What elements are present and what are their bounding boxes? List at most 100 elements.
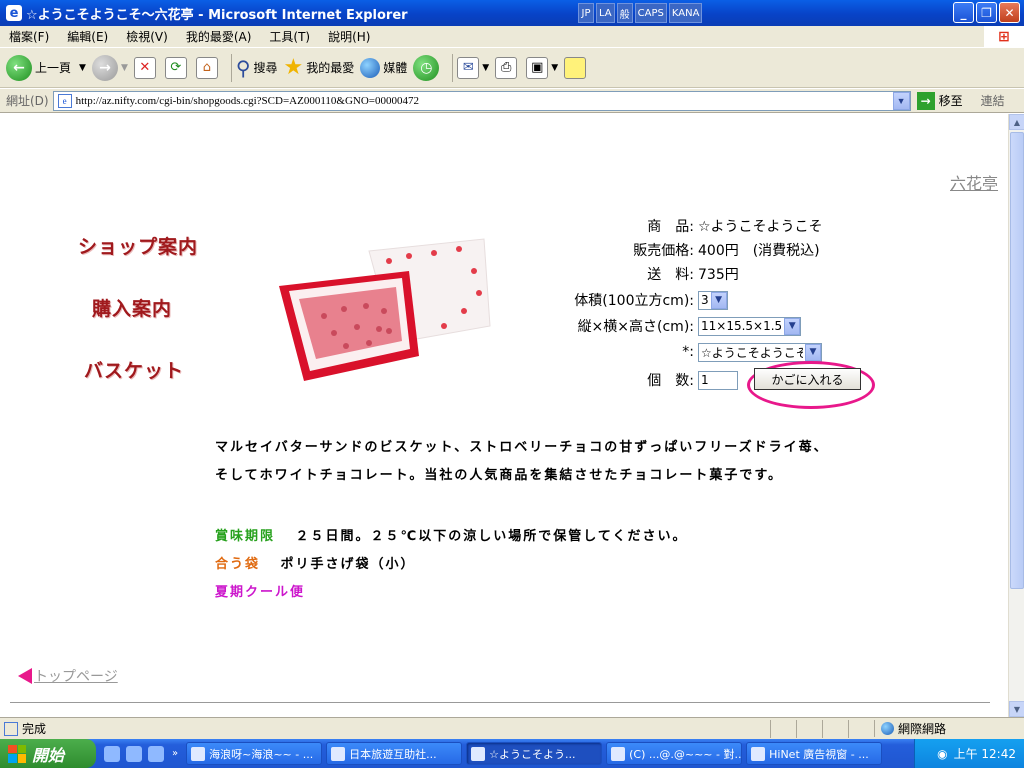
taskbar: 開始 » 海浪呀~海浪~~ - ... 日本旅遊互助社... ☆ようこそよう..…	[0, 739, 1024, 768]
taskbar-task[interactable]: HiNet 廣告視窗 - ...	[746, 742, 883, 765]
history-button[interactable]: ◷	[413, 54, 442, 81]
expiry-key: 賞味期限	[215, 529, 276, 544]
nav-basket[interactable]: バスケット	[84, 356, 184, 383]
taskbar-task[interactable]: 日本旅遊互助社...	[326, 742, 463, 765]
ime-mode[interactable]: 般	[616, 3, 633, 23]
nav-purchase-info[interactable]: 購入案内	[92, 294, 172, 321]
go-button[interactable]: → 移至	[916, 91, 963, 110]
mail-icon: ✉	[457, 56, 480, 79]
shop-name-link[interactable]: 六花亭	[950, 170, 998, 194]
forward-dropdown-icon[interactable]: ▼	[121, 63, 128, 73]
back-dropdown-icon[interactable]: ▼	[79, 63, 86, 73]
menu-help[interactable]: 說明(H)	[319, 28, 379, 45]
vertical-scrollbar[interactable]: ▲ ▼	[1008, 114, 1024, 717]
taskbar-task-active[interactable]: ☆ようこそよう...	[466, 742, 603, 765]
back-button[interactable]: ← 上一頁 ▼	[6, 54, 86, 81]
address-url[interactable]: http://az.nifty.com/cgi-bin/shopgoods.cg…	[76, 95, 893, 107]
outlook-quicklaunch-icon[interactable]	[148, 745, 164, 762]
task-window-icon	[331, 746, 346, 761]
price-value: 400円 (消費税込)	[698, 243, 820, 259]
nav-shop-info[interactable]: ショップ案内	[78, 232, 198, 259]
media-icon	[360, 57, 381, 78]
search-button[interactable]: ⚲ 搜尋	[236, 56, 278, 80]
media-button[interactable]: 媒體	[360, 57, 408, 78]
scroll-thumb[interactable]	[1010, 132, 1024, 589]
toolbar-separator	[452, 53, 454, 82]
menu-favorites[interactable]: 我的最愛(A)	[177, 28, 261, 45]
stop-button[interactable]: ✕	[133, 56, 159, 79]
taskbar-task[interactable]: 海浪呀~海浪~~ - ...	[186, 742, 323, 765]
print-button[interactable]: ⎙	[495, 56, 520, 79]
task-window-icon	[611, 746, 626, 761]
bag-value: ポリ手さげ袋（小）	[280, 557, 416, 572]
links-button[interactable]: 連結	[981, 92, 1005, 109]
edit-dropdown-icon[interactable]: ▼	[551, 63, 558, 73]
product-row: 商 品: ☆ようこそようこそ	[558, 214, 823, 238]
taskbar-task[interactable]: (C) ...@.@~~~ - 對...	[606, 742, 743, 765]
product-value: ☆ようこそようこそ	[698, 219, 823, 235]
menu-file[interactable]: 檔案(F)	[0, 28, 58, 45]
messenger-button[interactable]	[564, 56, 589, 79]
scroll-down-icon[interactable]: ▼	[1009, 701, 1024, 717]
system-tray: ◉ 上午 12:42	[914, 739, 1024, 768]
dims-row: 縦×横×高さ(cm): 11×15.5×1.5 ▼	[558, 314, 802, 338]
option-select[interactable]: ☆ようこそようこそ ▼	[698, 342, 822, 362]
page-viewport: 六花亭 ショップ案内 購入案内 バスケット 商 品: ☆ようこそようこそ 販売価…	[0, 114, 1008, 717]
scroll-up-icon[interactable]: ▲	[1009, 114, 1024, 130]
edit-icon: ▣	[526, 56, 549, 79]
ie-icon: e	[6, 5, 22, 21]
shipping-label: 送 料:	[647, 267, 694, 283]
media-label: 媒體	[383, 61, 408, 75]
standard-toolbar: ← 上一頁 ▼ → ▼ ✕ ⟳ ⌂ ⚲ 搜尋 ★ 我的最愛 媒體 ◷ ✉ ▼ ⎙…	[0, 48, 1024, 88]
qty-row: 個 数: 1	[558, 368, 738, 392]
maximize-button[interactable]: ❐	[976, 2, 997, 23]
ime-kana: KANA	[668, 3, 703, 23]
windows-logo-icon: ⊞	[984, 26, 1024, 48]
status-cell	[796, 719, 822, 738]
top-page-label[interactable]: トップページ	[34, 666, 118, 686]
minimize-button[interactable]: _	[953, 2, 974, 23]
stop-icon: ✕	[133, 56, 156, 79]
top-page-link[interactable]: トップページ	[18, 666, 118, 686]
mail-button[interactable]: ✉ ▼	[457, 56, 489, 79]
volume-select[interactable]: 3 ▼	[698, 290, 728, 310]
tray-network-icon[interactable]: ◉	[937, 747, 947, 761]
search-icon: ⚲	[235, 55, 251, 80]
product-label: 商 品:	[647, 219, 694, 235]
add-to-cart-button[interactable]: かごに入れる	[754, 368, 861, 390]
menu-view[interactable]: 檢視(V)	[117, 28, 177, 45]
qty-input[interactable]: 1	[698, 370, 738, 390]
mail-dropdown-icon[interactable]: ▼	[482, 63, 489, 73]
volume-dropdown-icon[interactable]: ▼	[710, 291, 727, 309]
home-button[interactable]: ⌂	[195, 56, 221, 79]
quicklaunch-expand-icon[interactable]: »	[172, 748, 178, 759]
dims-dropdown-icon[interactable]: ▼	[784, 317, 801, 335]
price-label: 販売価格:	[633, 243, 694, 259]
status-text: 完成	[22, 722, 47, 736]
ie-quicklaunch-icon[interactable]	[104, 745, 120, 762]
address-label: 網址(D)	[6, 94, 49, 108]
ime-la[interactable]: LA	[596, 3, 615, 23]
folder-quicklaunch-icon[interactable]	[126, 745, 142, 762]
product-description: マルセイバターサンドのビスケット、ストロベリーチョコの甘ずっぱいフリーズドライ苺…	[215, 434, 829, 490]
menu-edit[interactable]: 編輯(E)	[58, 28, 117, 45]
menu-tools[interactable]: 工具(T)	[260, 28, 319, 45]
option-dropdown-icon[interactable]: ▼	[805, 343, 821, 361]
clock[interactable]: 上午 12:42	[954, 745, 1016, 762]
address-bar: 網址(D) e http://az.nifty.com/cgi-bin/shop…	[0, 89, 1024, 113]
refresh-icon: ⟳	[164, 56, 187, 79]
address-input[interactable]: e http://az.nifty.com/cgi-bin/shopgoods.…	[52, 90, 911, 111]
status-cell	[848, 719, 874, 738]
edit-button[interactable]: ▣ ▼	[526, 56, 558, 79]
favorites-button[interactable]: ★ 我的最愛	[284, 55, 355, 80]
task-label: 海浪呀~海浪~~ - ...	[209, 747, 314, 761]
close-button[interactable]: ✕	[999, 2, 1020, 23]
forward-button[interactable]: → ▼	[91, 54, 128, 81]
ime-toolbar[interactable]: JP LA 般 CAPS KANA	[578, 3, 703, 23]
cool-info: 夏期クール便	[215, 581, 305, 600]
refresh-button[interactable]: ⟳	[164, 56, 190, 79]
dims-select[interactable]: 11×15.5×1.5 ▼	[698, 316, 802, 336]
ime-jp[interactable]: JP	[578, 3, 594, 23]
start-button[interactable]: 開始	[0, 739, 96, 768]
address-dropdown-icon[interactable]: ▼	[892, 91, 910, 110]
